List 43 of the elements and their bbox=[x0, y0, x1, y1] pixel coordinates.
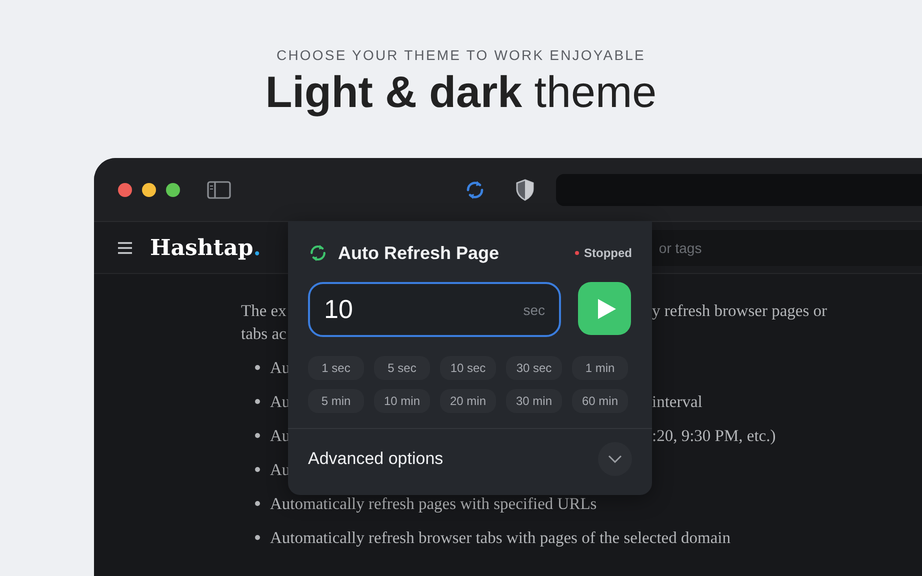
zoom-button[interactable] bbox=[166, 182, 180, 196]
bullet-icon bbox=[255, 365, 260, 370]
preset-chip[interactable]: 1 sec bbox=[308, 356, 364, 380]
list-item: Automatically refresh browser tabs with pages of the selected domain bbox=[270, 528, 730, 548]
minimize-button[interactable] bbox=[142, 182, 156, 196]
paragraph-text: y refresh browser pages or bbox=[652, 300, 828, 320]
interval-field[interactable]: 10 sec bbox=[308, 282, 561, 337]
preset-chip[interactable]: 5 min bbox=[308, 389, 364, 413]
paragraph-text: tabs ac bbox=[241, 324, 286, 344]
play-button[interactable] bbox=[578, 282, 631, 335]
bullet-icon bbox=[255, 467, 260, 472]
close-button[interactable] bbox=[118, 182, 132, 196]
preset-chip[interactable]: 5 sec bbox=[374, 356, 430, 380]
shield-icon[interactable] bbox=[516, 178, 534, 200]
subtitle: CHOOSE YOUR THEME TO WORK ENJOYABLE bbox=[276, 47, 646, 63]
advanced-options-label[interactable]: Advanced options bbox=[308, 449, 444, 469]
interval-input[interactable]: 10 bbox=[324, 294, 524, 325]
bullet-icon bbox=[255, 535, 260, 540]
preset-chip[interactable]: 30 min bbox=[506, 389, 562, 413]
chevron-icon bbox=[608, 455, 622, 463]
paragraph-text: The ex bbox=[241, 300, 286, 320]
list-item: Automatically refresh pages with specified URLs bbox=[270, 494, 597, 514]
preset-chip[interactable]: 20 min bbox=[440, 389, 496, 413]
bullet-icon bbox=[255, 433, 260, 438]
bullet-icon bbox=[255, 501, 260, 506]
expand-button[interactable] bbox=[598, 442, 632, 476]
paragraph-text: interval bbox=[652, 392, 702, 412]
refresh-icon bbox=[308, 242, 328, 264]
sidebar-icon[interactable] bbox=[207, 180, 231, 198]
play-icon bbox=[596, 298, 616, 320]
preset-chip[interactable]: 60 min bbox=[572, 389, 628, 413]
menu-icon[interactable] bbox=[118, 242, 132, 254]
unit-label: sec bbox=[523, 302, 545, 318]
preset-chip[interactable]: 10 sec bbox=[440, 356, 496, 380]
popup-title: Auto Refresh Page bbox=[338, 242, 500, 264]
paragraph-text: :20, 9:30 PM, etc.) bbox=[652, 426, 776, 446]
preset-chip[interactable]: 30 sec bbox=[506, 356, 562, 380]
heading: Light & dark theme bbox=[265, 67, 657, 119]
status-label: Stopped bbox=[584, 246, 632, 260]
bullet-icon bbox=[255, 399, 260, 404]
preset-chip[interactable]: 1 min bbox=[572, 356, 628, 380]
preset-chip[interactable]: 10 min bbox=[374, 389, 430, 413]
logo[interactable]: Hashtap. bbox=[150, 234, 261, 260]
